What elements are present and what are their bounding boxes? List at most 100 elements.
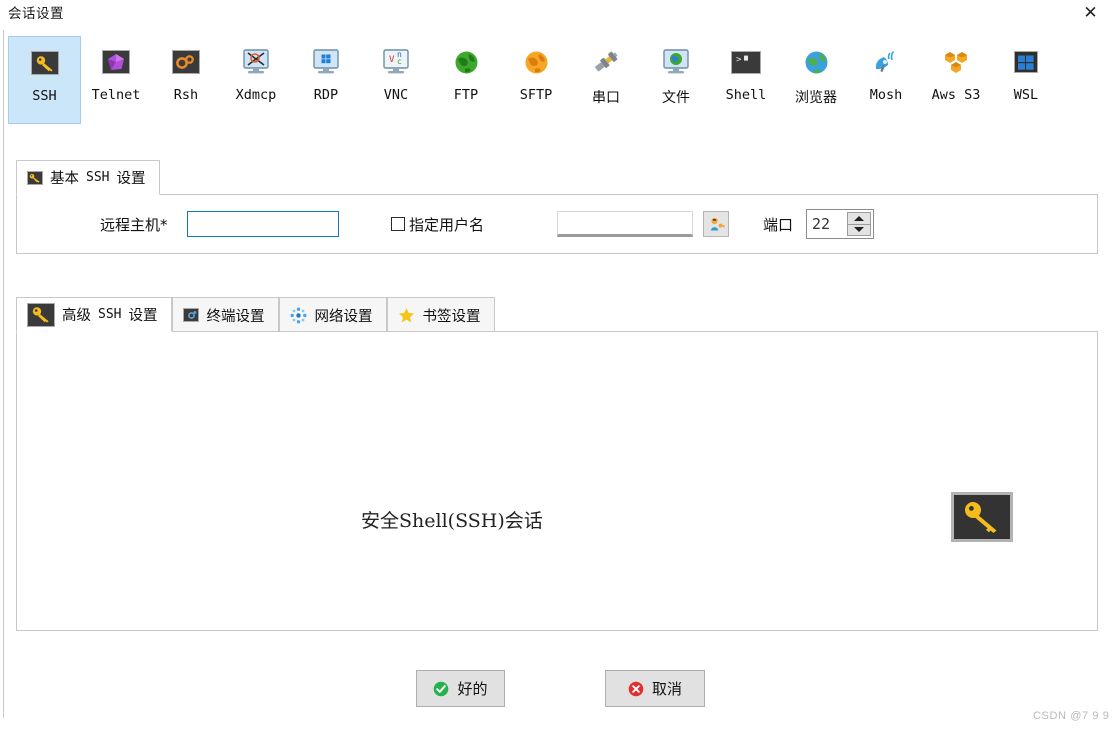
tab-label-mono: SSH — [86, 170, 110, 185]
window-title: 会话设置 — [8, 6, 64, 22]
protocol-label: 文件 — [662, 90, 690, 106]
satellite-icon — [869, 46, 903, 78]
browser-globe-icon — [799, 46, 833, 78]
protocol-label: Shell — [725, 87, 767, 103]
tab-label-cjk1: 基本 — [50, 171, 79, 187]
advanced-tab-2[interactable]: 网络设置 — [279, 297, 388, 332]
protocol-toolbar: SSH Telnet Rsh Xdmcp RDP Vn c VNC FTP SFTP 串口 文件 > Sh… — [8, 36, 1106, 126]
cancel-button-label: 取消 — [651, 680, 682, 698]
basic-tabstrip: 基本 SSH 设置 — [16, 160, 1098, 195]
key-icon — [27, 302, 55, 327]
advanced-tab-label-cjk2: 设置 — [128, 308, 158, 324]
advanced-tab-body: 安全Shell(SSH)会话 — [16, 331, 1098, 631]
protocol-item-文件[interactable]: 文件 — [641, 36, 711, 124]
check-circle-icon — [433, 681, 449, 697]
advanced-tab-label-mono: SSH — [98, 307, 122, 322]
advanced-tab-label-cjk1: 终端设置 — [206, 308, 265, 325]
protocol-label: RDP — [313, 87, 339, 103]
orange-globe-icon — [519, 46, 553, 78]
network-dots-icon — [290, 307, 307, 324]
title-bar: 会话设置 ✕ — [0, 0, 1113, 26]
protocol-item-telnet[interactable]: Telnet — [81, 36, 151, 124]
protocol-item-mosh[interactable]: Mosh — [851, 36, 921, 124]
advanced-tab-label-cjk1: 网络设置 — [314, 308, 373, 325]
svg-text:V: V — [389, 55, 395, 65]
watermark: CSDN @7 9 9 — [1033, 710, 1110, 722]
protocol-label: WSL — [1013, 87, 1039, 103]
ok-button-label: 好的 — [457, 680, 488, 698]
x-monitor-icon — [242, 49, 270, 75]
serial-plug-icon — [592, 49, 620, 75]
browser-globe-icon — [804, 50, 829, 75]
protocol-label: VNC — [383, 87, 409, 103]
advanced-tab-0[interactable]: 高级 SSH 设置 — [16, 297, 173, 332]
session-settings-window: 会话设置 ✕ SSH Telnet Rsh Xdmcp RDP Vn c VNC FTP SFTP… — [0, 0, 1113, 732]
port-value[interactable]: 22 — [807, 210, 847, 238]
file-monitor-icon — [662, 49, 690, 75]
protocol-item-aws-s3[interactable]: Aws S3 — [921, 36, 991, 124]
protocol-label: Mosh — [869, 87, 903, 103]
advanced-tab-label-cjk1: 高级 — [62, 308, 91, 324]
protocol-item-rdp[interactable]: RDP — [291, 36, 361, 124]
advanced-tab-1[interactable]: 终端设置 — [172, 297, 280, 332]
port-decrement-button[interactable] — [847, 224, 871, 236]
ok-button[interactable]: 好的 — [416, 670, 505, 707]
specify-username-checkbox[interactable] — [391, 217, 405, 231]
terminal-icon: > — [731, 50, 761, 74]
basic-ssh-panel: 基本 SSH 设置 远程主机* 指定用户名 端口 22 — [16, 160, 1098, 260]
remote-host-input[interactable] — [187, 211, 339, 237]
protocol-label: Rsh — [173, 87, 199, 103]
gem-icon — [102, 50, 130, 74]
aws-cubes-icon — [943, 50, 970, 75]
protocol-label: Xdmcp — [235, 87, 277, 103]
cancel-button[interactable]: 取消 — [605, 670, 705, 707]
protocol-item-wsl[interactable]: WSL — [991, 36, 1061, 124]
green-globe-icon — [454, 50, 479, 75]
protocol-item-ssh[interactable]: SSH — [8, 36, 81, 124]
protocol-item-rsh[interactable]: Rsh — [151, 36, 221, 124]
protocol-label: 浏览器 — [795, 90, 837, 106]
green-globe-icon — [449, 46, 483, 78]
protocol-label: FTP — [453, 87, 479, 103]
gem-icon — [99, 46, 133, 78]
advanced-tab-3[interactable]: 书签设置 — [387, 297, 496, 332]
protocol-item-浏览器[interactable]: 浏览器 — [781, 36, 851, 124]
protocol-item-vnc[interactable]: Vn c VNC — [361, 36, 431, 124]
user-key-icon[interactable] — [703, 211, 729, 237]
wsl-icon — [1009, 46, 1043, 78]
svg-text:c: c — [397, 57, 402, 66]
advanced-tab-label-cjk1: 书签设置 — [422, 308, 481, 325]
protocol-label: Telnet — [91, 87, 141, 103]
protocol-item-xdmcp[interactable]: Xdmcp — [221, 36, 291, 124]
protocol-item-串口[interactable]: 串口 — [571, 36, 641, 124]
specify-username-label: 指定用户名 — [409, 215, 485, 234]
username-input[interactable] — [557, 211, 693, 237]
port-increment-button[interactable] — [847, 212, 871, 225]
advanced-tabstrip: 高级 SSH 设置 终端设置 网络设置 书签设置 — [16, 297, 1098, 332]
file-monitor-icon — [659, 46, 693, 78]
orange-globe-icon — [524, 50, 549, 75]
gears-icon — [169, 46, 203, 78]
protocol-item-sftp[interactable]: SFTP — [501, 36, 571, 124]
port-label: 端口 — [763, 215, 794, 234]
satellite-icon — [872, 49, 900, 75]
protocol-label: SSH — [32, 88, 57, 104]
basic-settings-row: 远程主机* 指定用户名 端口 22 — [17, 195, 1097, 253]
left-divider — [3, 30, 4, 718]
close-icon[interactable]: ✕ — [1068, 0, 1113, 26]
vnc-monitor-icon: Vnc — [382, 49, 410, 75]
port-arrows — [847, 210, 873, 238]
protocol-item-ftp[interactable]: FTP — [431, 36, 501, 124]
key-icon — [28, 47, 62, 79]
protocol-item-shell[interactable]: > Shell — [711, 36, 781, 124]
port-stepper[interactable]: 22 — [806, 209, 874, 239]
key-icon — [951, 492, 1013, 542]
advanced-panel: 高级 SSH 设置 终端设置 网络设置 书签设置 安全Shell(SSH)会话 — [16, 297, 1098, 632]
key-icon — [30, 51, 59, 75]
basic-tab-body: 远程主机* 指定用户名 端口 22 — [16, 194, 1098, 254]
key-icon — [27, 170, 43, 185]
svg-text:>: > — [736, 55, 742, 65]
tab-label-cjk2: 设置 — [116, 171, 146, 187]
protocol-label: Aws S3 — [931, 87, 981, 103]
tab-basic-ssh-settings[interactable]: 基本 SSH 设置 — [16, 160, 161, 195]
